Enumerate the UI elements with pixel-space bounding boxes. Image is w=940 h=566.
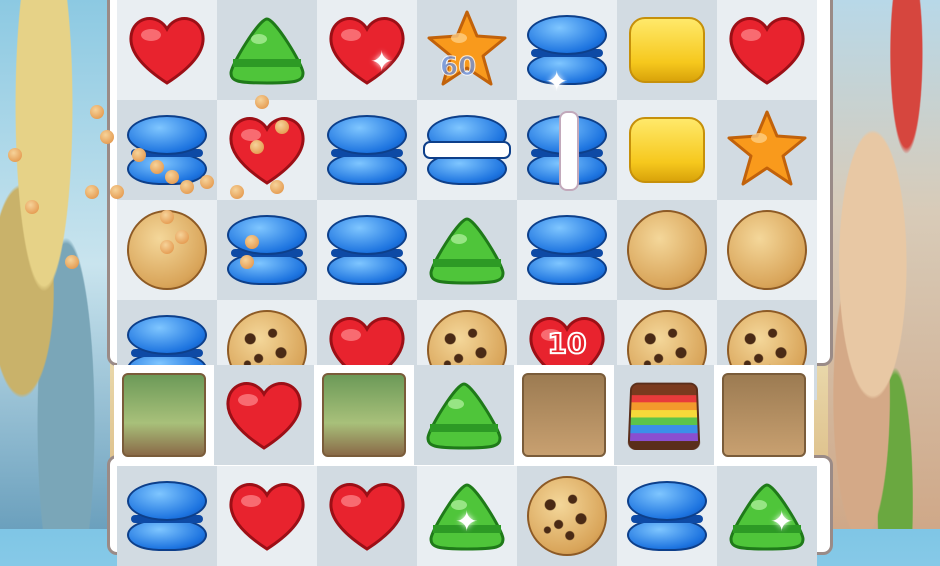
board-cell[interactable] xyxy=(417,200,517,300)
cookie-crumb-particle xyxy=(90,105,104,119)
sparkle-icon: ✦ xyxy=(770,505,794,538)
crate-blocker xyxy=(722,373,806,457)
crate-blocker xyxy=(522,373,606,457)
board-cell[interactable] xyxy=(414,365,514,465)
board-cell[interactable] xyxy=(717,466,817,566)
green-triangle-candy[interactable] xyxy=(424,380,504,450)
blue-macaron-candy[interactable] xyxy=(527,215,607,285)
plain-cookie-candy[interactable] xyxy=(727,210,807,290)
cookie-crumb-particle xyxy=(132,148,146,162)
cookie-crumb-particle xyxy=(275,120,289,134)
board-cell[interactable] xyxy=(617,200,717,300)
board-cell[interactable] xyxy=(217,466,317,566)
cookie-crumb-particle xyxy=(110,185,124,199)
red-heart-candy[interactable] xyxy=(225,479,309,553)
board-cell[interactable] xyxy=(417,0,517,100)
board-cell[interactable] xyxy=(614,365,714,465)
striped-horizontal-macaron-candy[interactable] xyxy=(423,115,511,185)
cookie-crumb-particle xyxy=(250,140,264,154)
blue-macaron-candy[interactable] xyxy=(227,215,307,285)
board-cell[interactable] xyxy=(214,365,314,465)
background-right-scenery xyxy=(828,0,940,529)
cookie-crumb-particle xyxy=(8,148,22,162)
green-triangle-candy[interactable] xyxy=(727,481,807,551)
board-cell[interactable] xyxy=(117,466,217,566)
cookie-crumb-particle xyxy=(270,180,284,194)
red-heart-candy[interactable] xyxy=(325,13,409,87)
board-cell[interactable] xyxy=(117,0,217,100)
cookie-crumb-particle xyxy=(65,255,79,269)
red-heart-candy[interactable] xyxy=(725,13,809,87)
board-cell[interactable] xyxy=(517,100,617,200)
cookie-crumb-particle xyxy=(85,185,99,199)
board-cell[interactable] xyxy=(217,200,317,300)
board-cell[interactable] xyxy=(517,466,617,566)
board-cell[interactable] xyxy=(217,100,317,200)
red-heart-candy[interactable] xyxy=(125,13,209,87)
chocolate-chip-cookie-candy[interactable] xyxy=(527,476,607,556)
yellow-square-candy[interactable] xyxy=(629,117,705,183)
board-cell[interactable] xyxy=(617,100,717,200)
sparkle-icon: ✦ xyxy=(455,505,479,538)
cookie-crumb-particle xyxy=(200,175,214,189)
board-cell[interactable] xyxy=(317,100,417,200)
green-triangle-candy[interactable] xyxy=(227,15,307,85)
cookie-crumb-particle xyxy=(175,230,189,244)
cookie-crumb-particle xyxy=(25,200,39,214)
board-cell[interactable] xyxy=(617,466,717,566)
board-cell[interactable] xyxy=(317,0,417,100)
board-cell[interactable] xyxy=(717,100,817,200)
blocked-cell xyxy=(514,365,614,465)
background-left-scenery xyxy=(0,0,110,529)
crate-blocker xyxy=(122,373,206,457)
board-cell[interactable] xyxy=(317,466,417,566)
cookie-crumb-particle xyxy=(180,180,194,194)
cookie-crumb-particle xyxy=(245,235,259,249)
cookie-crumb-particle xyxy=(230,185,244,199)
blue-macaron-candy[interactable] xyxy=(627,481,707,551)
sparkle-icon: ✦ xyxy=(370,45,394,78)
orange-star-candy[interactable] xyxy=(725,108,809,192)
red-heart-candy[interactable] xyxy=(325,479,409,553)
board-cell[interactable] xyxy=(717,200,817,300)
blocked-cell xyxy=(714,365,814,465)
board-cell[interactable] xyxy=(317,200,417,300)
cookie-crumb-particle xyxy=(160,240,174,254)
cookie-crumb-particle xyxy=(165,170,179,184)
cookie-crumb-particle xyxy=(150,160,164,174)
board-cell[interactable] xyxy=(617,0,717,100)
sparkle-icon: ✦ xyxy=(545,65,569,98)
cookie-crumb-particle xyxy=(240,255,254,269)
cookie-crumb-particle xyxy=(160,210,174,224)
plain-cookie-candy[interactable] xyxy=(627,210,707,290)
crate-blocker xyxy=(322,373,406,457)
cookie-crumb-particle xyxy=(100,130,114,144)
board-cell[interactable] xyxy=(217,0,317,100)
blue-macaron-candy[interactable] xyxy=(127,481,207,551)
green-triangle-candy[interactable] xyxy=(427,215,507,285)
blocked-cell xyxy=(114,365,214,465)
blue-macaron-candy[interactable] xyxy=(327,115,407,185)
yellow-square-candy[interactable] xyxy=(629,17,705,83)
red-heart-candy[interactable] xyxy=(222,378,306,452)
score-popup: 60 xyxy=(439,52,477,83)
board-cell[interactable] xyxy=(517,200,617,300)
striped-vertical-macaron-candy[interactable] xyxy=(527,111,607,191)
board-cell[interactable] xyxy=(717,0,817,100)
board-cell[interactable] xyxy=(417,100,517,200)
heart-counter-number: 10 xyxy=(547,326,588,361)
blocked-cell xyxy=(314,365,414,465)
rainbow-cake-special[interactable] xyxy=(627,382,701,451)
red-heart-candy[interactable] xyxy=(225,113,309,187)
cookie-crumb-particle xyxy=(255,95,269,109)
blue-macaron-candy[interactable] xyxy=(327,215,407,285)
